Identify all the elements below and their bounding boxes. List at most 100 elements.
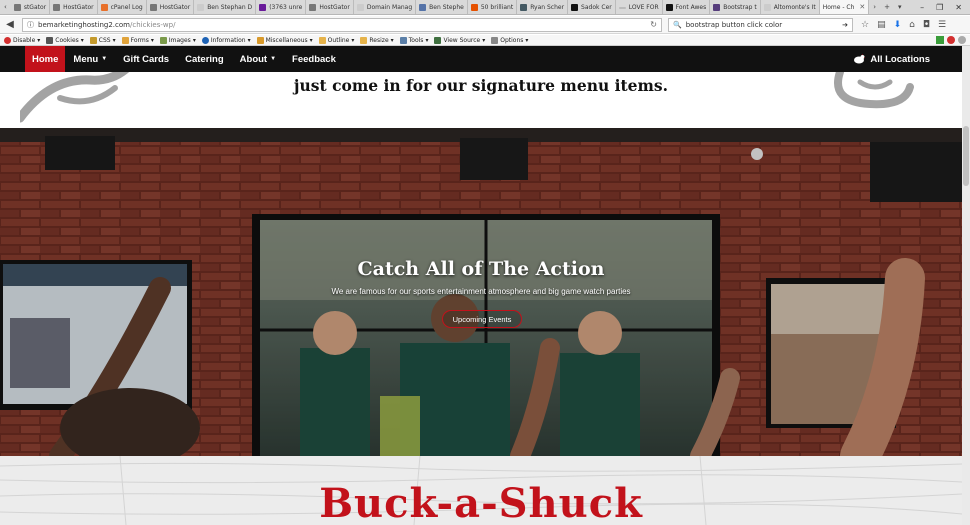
nav-home[interactable]: Home [25,46,66,72]
web-developer-toolbar: Disable ▾ Cookies ▾ CSS ▾ Forms ▾ Images ▾ In… [0,35,970,46]
nav-all-locations[interactable]: All Locations [845,46,938,72]
wd-images-menu[interactable]: Images ▾ [159,36,196,44]
wd-misc-menu[interactable]: Miscellaneous ▾ [256,36,313,44]
search-go-icon[interactable]: ➔ [842,21,848,29]
back-arrow-icon[interactable]: ◀ [4,19,16,30]
home-icon[interactable]: ⌂ [909,20,915,30]
checkmark-icon[interactable] [936,36,944,44]
wd-information-menu[interactable]: Information ▾ [201,36,251,44]
cookies-icon [46,36,54,44]
tab-list-icon[interactable]: ▾ [894,0,906,14]
browser-tab[interactable]: stGator [11,0,51,14]
window-close-icon[interactable]: ✕ [955,3,962,12]
browser-tab[interactable]: Sadok Cer [568,0,616,14]
options-icon [491,36,499,44]
download-icon[interactable]: ⬇ [894,20,902,30]
browser-tab[interactable]: Bootstrap t [710,0,761,14]
forms-icon [121,36,129,44]
favicon-icon [197,4,205,11]
wd-outline-menu[interactable]: Outline ▾ [318,36,354,44]
caret-down-icon: ▼ [101,56,108,62]
browser-tab[interactable]: Ben Stephe [416,0,468,14]
tools-icon [399,36,407,44]
error-icon[interactable] [947,36,955,44]
browser-tab[interactable]: HostGator [147,0,195,14]
window-controls: – ❐ ✕ [920,0,970,14]
pocket-icon[interactable]: ◘ [923,20,930,30]
search-bar[interactable]: 🔍 bootstrap button click color ➔ [668,17,853,32]
browser-tab[interactable]: cPanel Log [98,0,147,14]
css-icon [89,36,97,44]
favicon-icon [419,4,427,11]
resize-icon [360,36,368,44]
url-bar[interactable]: ⓘ bemarketinghosting2.com/chickies-wp/ ↻ [22,17,662,32]
wd-tools-menu[interactable]: Tools ▾ [399,36,428,44]
images-icon [159,36,167,44]
favicon-icon [100,4,108,11]
wd-disable-menu[interactable]: Disable ▾ [4,36,40,44]
wd-view-source-menu[interactable]: View Source ▾ [434,36,485,44]
hero-title: Catch All of The Action [357,258,605,280]
wd-status-icons [936,36,966,44]
bookmark-star-icon[interactable]: ☆ [861,20,869,30]
browser-tab[interactable]: LOVE FOR [616,0,663,14]
browser-tab[interactable]: HostGator [306,0,354,14]
hero-banner: Catch All of The Action We are famous fo… [0,128,962,456]
nav-about[interactable]: About ▼ [232,46,284,72]
reader-icon[interactable]: ▤ [877,20,886,30]
caret-down-icon: ▼ [270,56,277,62]
browser-tab[interactable]: Domain Manag [354,0,417,14]
browser-tab[interactable]: Font Awes [663,0,711,14]
wd-options-menu[interactable]: Options ▾ [491,36,528,44]
favicon-icon [571,4,579,11]
page-scrollbar[interactable] [962,46,970,525]
favicon-icon [309,4,317,11]
browser-tab[interactable]: HostGator [50,0,98,14]
view-source-icon [434,36,442,44]
buck-a-shuck-section: Buck-a-Shuck [0,456,962,525]
browser-tab[interactable]: (3763 unre [256,0,307,14]
outline-icon [318,36,326,44]
favicon-icon [259,4,267,11]
info-icon[interactable]: ⓘ [27,20,34,30]
wd-forms-menu[interactable]: Forms ▾ [121,36,154,44]
favicon-icon [53,4,61,11]
browser-tab-bar: ‹ stGator HostGator cPanel Log HostGator… [0,0,970,15]
favicon-icon [713,4,721,11]
browser-nav-bar: ◀ ⓘ bemarketinghosting2.com/chickies-wp/… [0,16,970,34]
browser-tab-active[interactable]: Home - Ch ✕ [819,0,870,14]
favicon-icon [618,6,626,9]
wd-css-menu[interactable]: CSS ▾ [89,36,116,44]
miscellaneous-icon [256,36,264,44]
disable-icon [4,36,11,44]
maximize-icon[interactable]: ❐ [936,3,943,12]
browser-tab[interactable]: 50 brilliant [468,0,518,14]
scrollbar-thumb[interactable] [963,126,969,186]
wd-cookies-menu[interactable]: Cookies ▾ [46,36,84,44]
browser-tab[interactable]: Ryan Scher [517,0,569,14]
browser-tab[interactable]: Altomonte's It [761,0,820,14]
favicon-icon [13,4,21,11]
hero-subtitle: We are famous for our sports entertainme… [331,287,631,296]
browser-toolbar-icons: ☆ ▤ ⬇ ⌂ ◘ ☰ [861,20,946,30]
new-tab-icon[interactable]: + [880,0,894,14]
minimize-icon[interactable]: – [920,3,924,12]
tab-scroll-right-icon[interactable]: › [869,0,880,14]
nav-menu[interactable]: Menu ▼ [65,46,115,72]
favicon-icon [665,4,673,11]
decorative-swirl-right-icon [834,72,914,109]
search-input[interactable]: bootstrap button click color [686,21,782,29]
info-status-icon[interactable] [958,36,966,44]
wd-resize-menu[interactable]: Resize ▾ [360,36,394,44]
close-tab-icon[interactable]: ✕ [859,3,865,11]
browser-tab[interactable]: Ben Stephan D [194,0,257,14]
upcoming-events-button[interactable]: Upcoming Events [442,310,522,328]
tab-scroll-left-icon[interactable]: ‹ [0,0,11,14]
nav-feedback[interactable]: Feedback [284,46,344,72]
hamburger-menu-icon[interactable]: ☰ [938,20,946,30]
information-icon [201,36,209,44]
search-icon: 🔍 [673,20,682,29]
nav-catering[interactable]: Catering [177,46,232,72]
reload-icon[interactable]: ↻ [650,20,657,29]
nav-gift-cards[interactable]: Gift Cards [115,46,177,72]
